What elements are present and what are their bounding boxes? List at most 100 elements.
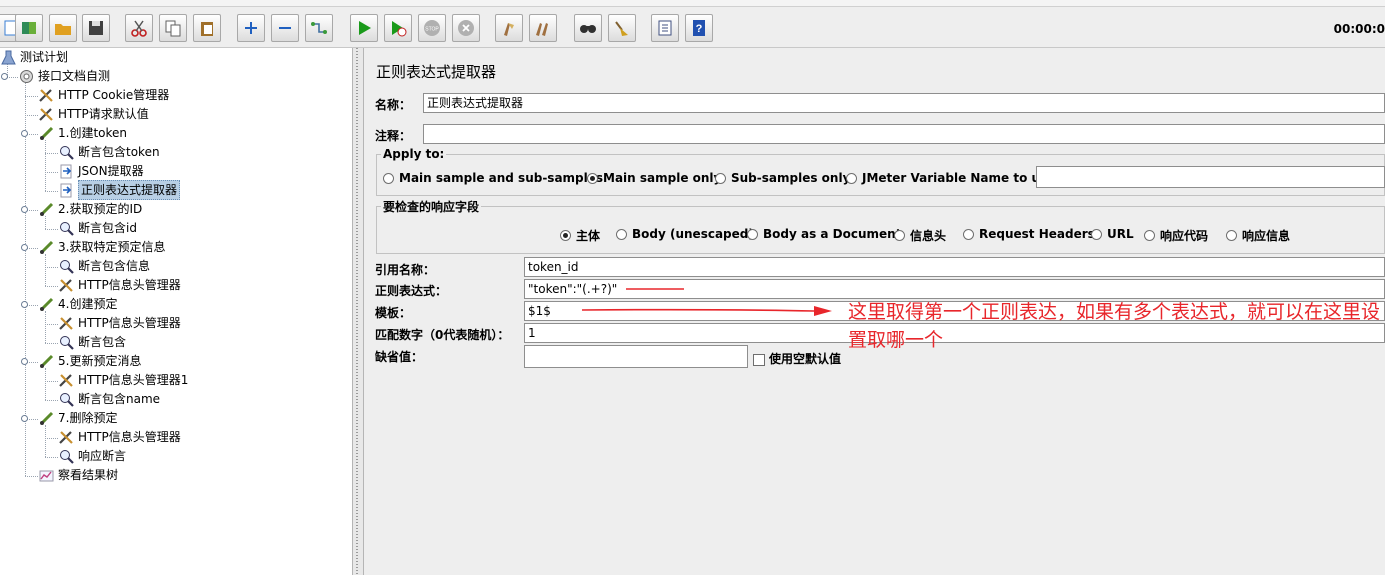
sampler-icon	[38, 410, 55, 427]
collapse-icon	[279, 27, 291, 29]
tree-node-label: 接口文档自测	[38, 69, 111, 83]
tree-node-label: 5.更新预定消息	[58, 354, 142, 368]
template-arrow-line	[581, 308, 815, 312]
start-button[interactable]	[350, 14, 378, 42]
tree-node-label: HTTP信息头管理器1	[78, 373, 189, 387]
tree-node[interactable]: HTTP请求默认值	[38, 105, 149, 123]
tree-node[interactable]: 测试计划	[0, 48, 68, 66]
sampler-icon	[38, 296, 55, 313]
tree-node-label: 断言包含信息	[78, 259, 151, 273]
sampler-icon	[38, 201, 55, 218]
templates-icon	[22, 22, 36, 34]
menu-bar	[0, 0, 1385, 7]
svg-text:?: ?	[696, 23, 703, 35]
tree-node-label: HTTP信息头管理器	[78, 316, 181, 330]
open-button[interactable]	[49, 14, 77, 42]
copy-button[interactable]	[159, 14, 187, 42]
tree-node-label: 1.创建token	[58, 126, 128, 140]
templates-button[interactable]	[15, 14, 43, 42]
tree-node[interactable]: 响应断言	[58, 447, 126, 465]
config-tool-icon	[58, 372, 75, 389]
clear-all-icon	[536, 23, 548, 36]
shutdown-button[interactable]	[452, 14, 480, 42]
tree-node-label: 测试计划	[20, 50, 69, 64]
listener-icon	[38, 467, 55, 484]
tree-node[interactable]: JSON提取器	[58, 162, 144, 180]
tree-node[interactable]: 正则表达式提取器	[58, 180, 181, 200]
tree-node-label: 断言包含name	[78, 392, 161, 406]
sampler-icon	[38, 353, 55, 370]
tree-node-label: 断言包含id	[78, 221, 137, 235]
template-arrow-head	[814, 306, 832, 316]
sampler-icon	[38, 239, 55, 256]
tree-node[interactable]: 5.更新预定消息	[38, 352, 141, 370]
assertion-icon	[58, 334, 75, 351]
tree-node[interactable]: HTTP Cookie管理器	[38, 86, 169, 104]
tree-node[interactable]: 3.获取特定预定信息	[38, 238, 165, 256]
tree-node[interactable]: 7.删除预定	[38, 409, 117, 427]
tree-expand-toggle[interactable]	[21, 301, 28, 308]
tree-node-label: HTTP信息头管理器	[78, 278, 181, 292]
help-button[interactable]: ?	[685, 14, 713, 42]
tree-node-label: 断言包含token	[78, 145, 160, 159]
tree-node-label: 2.获取预定的ID	[58, 202, 143, 216]
clear-icon	[504, 23, 514, 36]
tree-node[interactable]: HTTP信息头管理器	[58, 314, 181, 332]
tree-node[interactable]: 4.创建预定	[38, 295, 117, 313]
tree-node-label: 3.获取特定预定信息	[58, 240, 166, 254]
clear-button[interactable]	[495, 14, 523, 42]
stop-button[interactable]: STOP	[418, 14, 446, 42]
tree-node-label: JSON提取器	[78, 164, 144, 178]
search-icon	[580, 25, 596, 33]
tree-node[interactable]: HTTP信息头管理器	[58, 276, 181, 294]
tree-node-label: HTTP Cookie管理器	[58, 88, 170, 102]
elapsed-timer: 00:00:0	[1333, 22, 1385, 36]
tree-expand-toggle[interactable]	[21, 358, 28, 365]
extractor-icon	[58, 163, 75, 180]
clear-all-button[interactable]	[529, 14, 557, 42]
tree-node[interactable]: 断言包含信息	[58, 257, 150, 275]
tree-node[interactable]: HTTP信息头管理器1	[58, 371, 188, 389]
paste-button[interactable]	[193, 14, 221, 42]
cut-icon	[131, 20, 147, 37]
test-plan-tree[interactable]: 测试计划接口文档自测 HTTP Cookie管理器 HTTP请求默认值 1.创建tok…	[0, 48, 353, 575]
tree-node[interactable]: 断言包含token	[58, 143, 160, 161]
tree-node[interactable]: 断言包含name	[58, 390, 160, 408]
svg-text:STOP: STOP	[425, 27, 439, 33]
tree-node[interactable]: HTTP信息头管理器	[58, 428, 181, 446]
tree-node[interactable]: 断言包含id	[58, 219, 137, 237]
tree-expand-toggle[interactable]	[21, 206, 28, 213]
assertion-icon	[58, 144, 75, 161]
expand-button[interactable]	[237, 14, 265, 42]
assertion-icon	[58, 448, 75, 465]
tree-node[interactable]: 1.创建token	[38, 124, 127, 142]
tree-expand-toggle[interactable]	[1, 73, 8, 80]
tree-node[interactable]: 断言包含	[58, 333, 126, 351]
reset-search-button[interactable]	[608, 14, 636, 42]
config-tool-icon	[38, 106, 55, 123]
cut-button[interactable]	[125, 14, 153, 42]
start-no-pauses-button[interactable]	[384, 14, 412, 42]
split-pane-divider[interactable]	[353, 48, 364, 575]
tree-node[interactable]: 2.获取预定的ID	[38, 200, 142, 218]
toolbar: STOP? 00:00:0	[0, 7, 1385, 48]
config-tool-icon	[58, 429, 75, 446]
save-button[interactable]	[82, 14, 110, 42]
tree-node[interactable]: 察看结果树	[38, 466, 118, 484]
tree-expand-toggle[interactable]	[21, 130, 28, 137]
tree-node[interactable]: 接口文档自测	[18, 67, 110, 85]
tree-expand-toggle[interactable]	[21, 244, 28, 251]
assertion-icon	[58, 391, 75, 408]
tree-node-label: 断言包含	[78, 335, 127, 349]
toggle-button[interactable]	[305, 14, 333, 42]
function-helper-button[interactable]	[651, 14, 679, 42]
tree-expand-toggle[interactable]	[21, 415, 28, 422]
extractor-icon	[58, 182, 75, 199]
tree-node-label: 正则表达式提取器	[78, 180, 181, 200]
start-no-pauses-icon	[392, 21, 407, 37]
search-button[interactable]	[574, 14, 602, 42]
help-icon: ?	[693, 20, 705, 36]
save-icon	[89, 21, 103, 35]
collapse-button[interactable]	[271, 14, 299, 42]
start-icon	[359, 21, 371, 35]
